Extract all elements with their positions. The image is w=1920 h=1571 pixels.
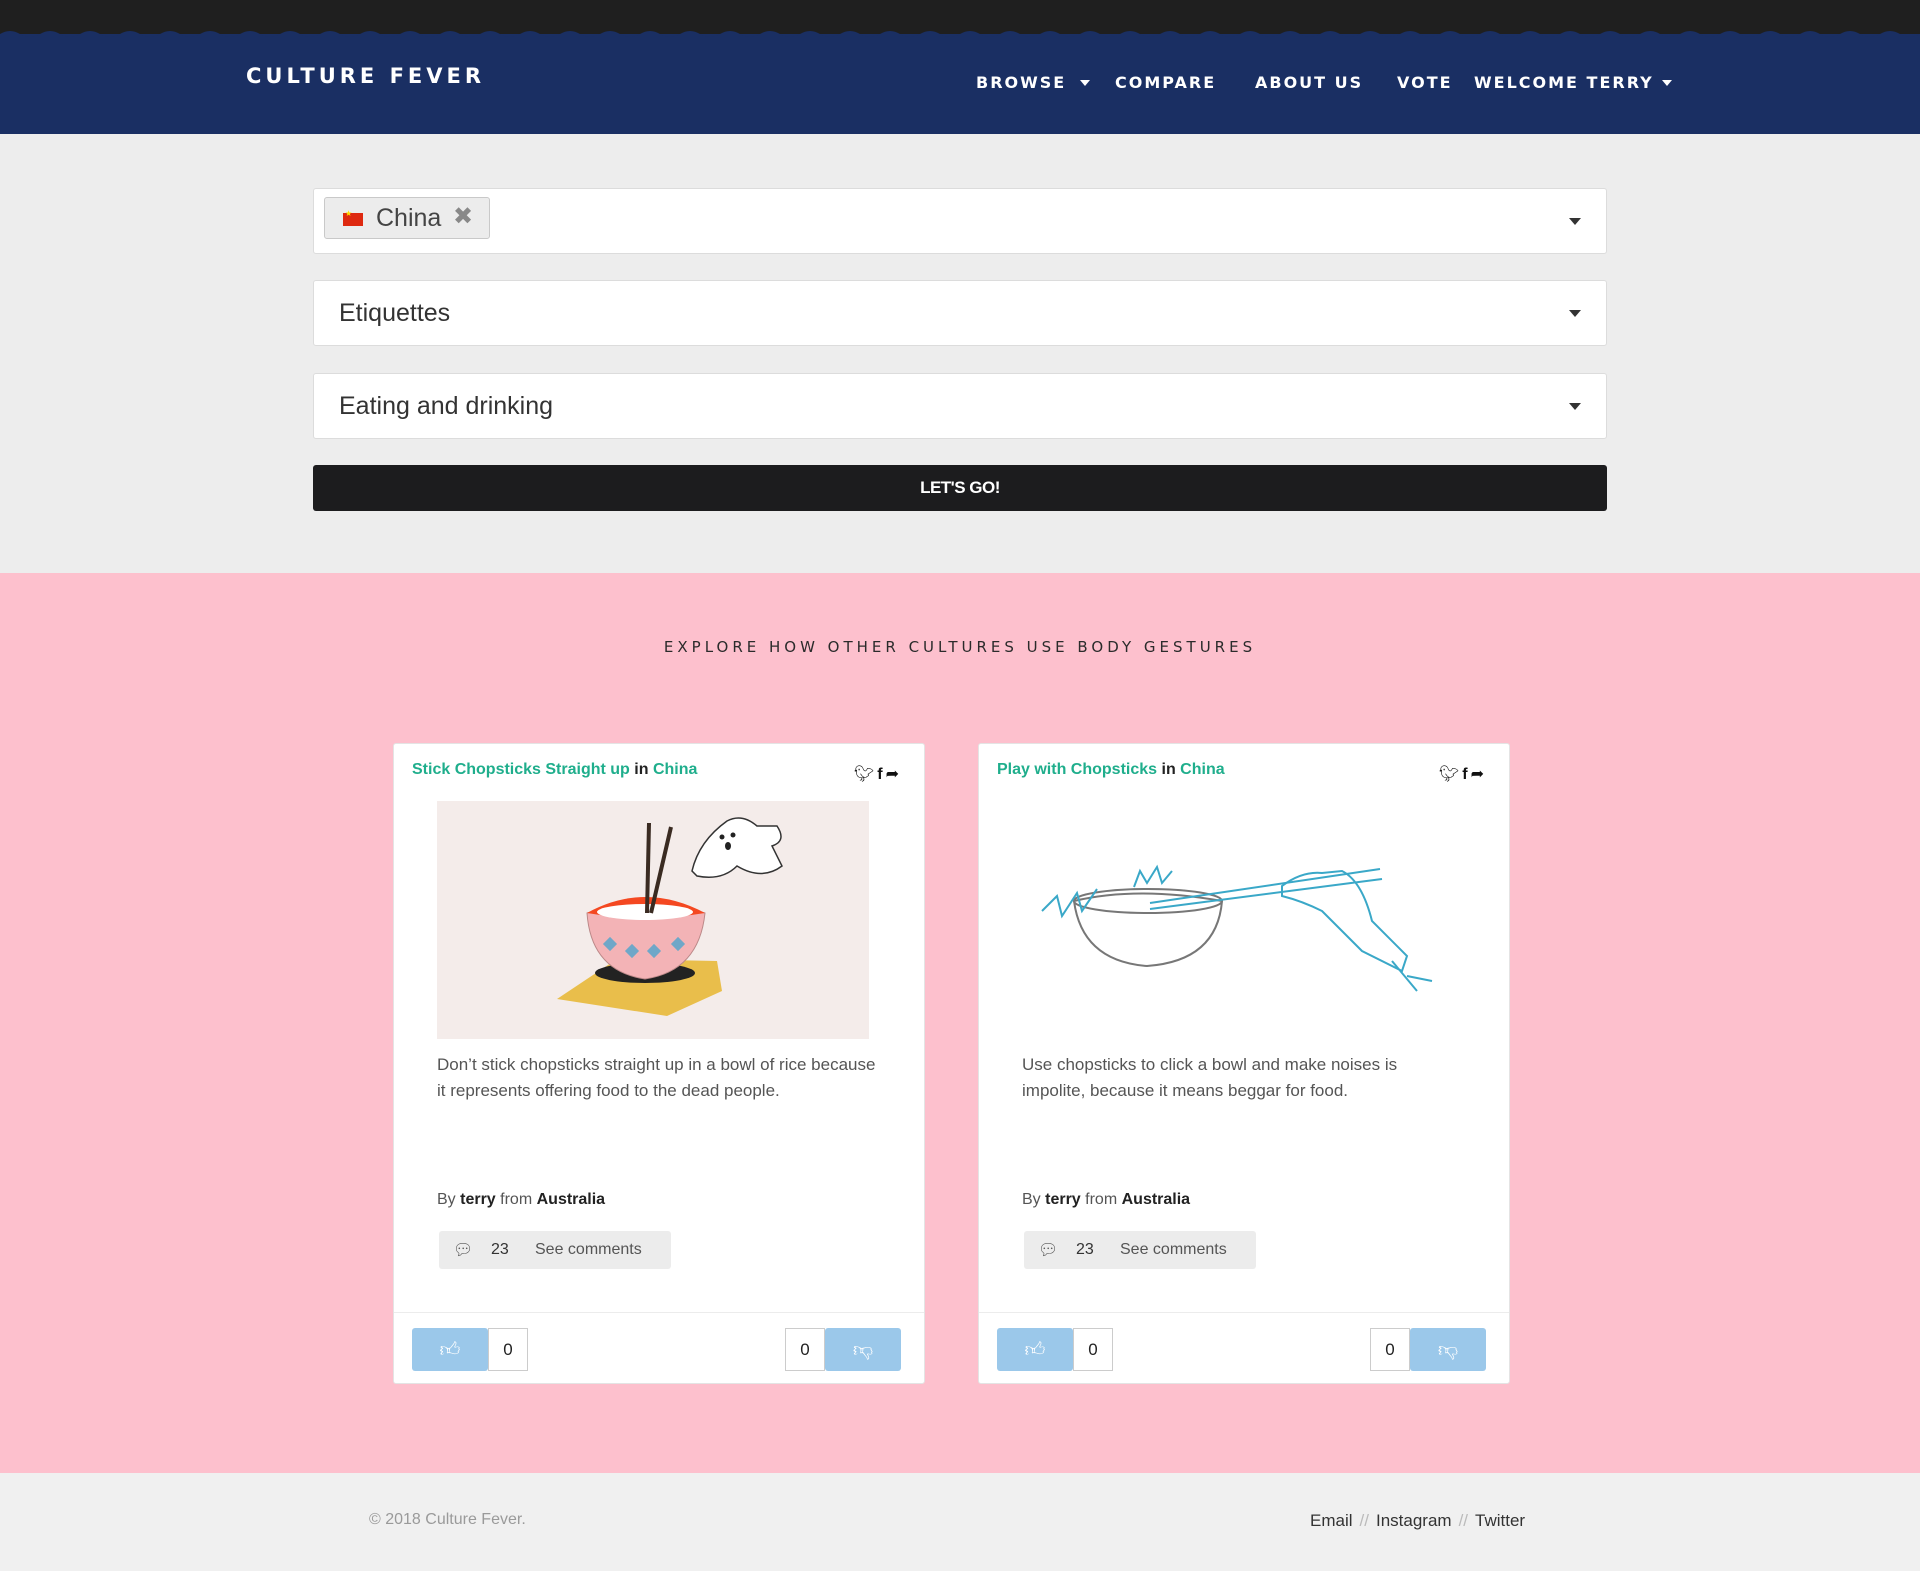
- nav-browse[interactable]: BROWSE: [976, 73, 1066, 92]
- author-link[interactable]: terry: [1045, 1191, 1081, 1208]
- comment-count: 23: [491, 1241, 509, 1258]
- thumbs-down-icon: 👎︎: [1437, 1337, 1459, 1361]
- like-count: 0: [488, 1328, 528, 1371]
- origin-country: Australia: [536, 1191, 606, 1208]
- gesture-card: Stick Chopsticks Straight up in China 🐦︎…: [393, 743, 925, 1384]
- like-button[interactable]: 👍︎: [997, 1328, 1073, 1371]
- share-arrow-icon[interactable]: ➦: [886, 764, 902, 783]
- gesture-card: Play with Chopsticks in China 🐦︎f➦ Use c…: [978, 743, 1510, 1384]
- thumbs-down-icon: 👎︎: [852, 1337, 874, 1361]
- subcategory-value: Eating and drinking: [339, 392, 554, 420]
- rice-bowl-chopsticks-illustration: [437, 801, 869, 1039]
- card-title: Play with Chopsticks in China: [997, 761, 1225, 778]
- country-tag: China ✖: [324, 197, 490, 239]
- dropdown-arrow-icon[interactable]: [1569, 310, 1581, 317]
- dropdown-arrow-icon[interactable]: [1569, 403, 1581, 410]
- category-select[interactable]: Etiquettes: [313, 280, 1607, 346]
- user-caret-icon[interactable]: [1662, 80, 1672, 86]
- footer-link-instagram[interactable]: Instagram: [1376, 1511, 1452, 1530]
- see-comments-button[interactable]: 💬︎ 23 See comments: [439, 1231, 671, 1269]
- remove-tag-icon[interactable]: ✖: [453, 202, 473, 230]
- footer-link-twitter[interactable]: Twitter: [1475, 1511, 1525, 1530]
- category-value: Etiquettes: [339, 299, 451, 327]
- dislike-button[interactable]: 👎︎: [1410, 1328, 1486, 1371]
- country-link[interactable]: China: [1180, 761, 1224, 778]
- facebook-icon[interactable]: f: [877, 766, 885, 783]
- subcategory-select[interactable]: Eating and drinking: [313, 373, 1607, 439]
- card-divider: [394, 1312, 924, 1313]
- twitter-icon[interactable]: 🐦︎: [1439, 764, 1462, 783]
- dislike-count: 0: [1370, 1328, 1410, 1371]
- author-byline: By terry from Australia: [437, 1191, 606, 1208]
- browse-caret-icon[interactable]: [1080, 80, 1090, 86]
- gesture-description: Don’t stick chopsticks straight up in a …: [437, 1055, 876, 1100]
- brand-logo[interactable]: CULTURE FEVER: [246, 64, 485, 88]
- lets-go-button[interactable]: LET'S GO!: [313, 465, 1607, 511]
- dropdown-arrow-icon[interactable]: [1569, 218, 1581, 225]
- scallop-edge: [0, 31, 1920, 42]
- see-comments-button[interactable]: 💬︎ 23 See comments: [1024, 1231, 1256, 1269]
- china-flag-icon: [343, 209, 363, 226]
- card-title: Stick Chopsticks Straight up in China: [412, 761, 698, 778]
- like-button[interactable]: 👍︎: [412, 1328, 488, 1371]
- thumbs-up-icon: 👍︎: [439, 1337, 461, 1361]
- comment-count: 23: [1076, 1241, 1094, 1258]
- facebook-icon[interactable]: f: [1462, 766, 1470, 783]
- gesture-title-link[interactable]: Stick Chopsticks Straight up: [412, 761, 630, 778]
- card-divider: [979, 1312, 1509, 1313]
- speech-bubble-icon: 💬︎: [1038, 1242, 1059, 1259]
- dislike-count: 0: [785, 1328, 825, 1371]
- country-link[interactable]: China: [653, 761, 697, 778]
- country-select[interactable]: China ✖: [313, 188, 1607, 254]
- see-comments-label: See comments: [1120, 1241, 1227, 1258]
- gesture-title-link[interactable]: Play with Chopsticks: [997, 761, 1157, 778]
- author-byline: By terry from Australia: [1022, 1191, 1191, 1208]
- share-icons: 🐦︎f➦: [854, 764, 902, 784]
- nav-vote[interactable]: VOTE: [1397, 73, 1453, 92]
- nav-compare[interactable]: COMPARE: [1115, 73, 1216, 92]
- twitter-icon[interactable]: 🐦︎: [854, 764, 877, 783]
- speech-bubble-icon: 💬︎: [453, 1242, 474, 1259]
- thumbs-up-icon: 👍︎: [1024, 1337, 1046, 1361]
- gesture-description: Use chopsticks to click a bowl and make …: [1022, 1055, 1398, 1100]
- gestures-section: [0, 573, 1920, 1473]
- like-count: 0: [1073, 1328, 1113, 1371]
- share-arrow-icon[interactable]: ➦: [1471, 764, 1487, 783]
- nav-welcome-user[interactable]: WELCOME TERRY: [1474, 73, 1654, 92]
- footer-link-email[interactable]: Email: [1310, 1511, 1353, 1530]
- copyright: © 2018 Culture Fever.: [369, 1511, 526, 1528]
- country-tag-label: China: [376, 204, 442, 232]
- share-icons: 🐦︎f➦: [1439, 764, 1487, 784]
- footer-links: Email//Instagram//Twitter: [1310, 1511, 1526, 1530]
- dislike-button[interactable]: 👎︎: [825, 1328, 901, 1371]
- footer: [0, 1473, 1920, 1571]
- nav-about-us[interactable]: ABOUT US: [1255, 73, 1363, 92]
- author-link[interactable]: terry: [460, 1191, 496, 1208]
- origin-country: Australia: [1121, 1191, 1191, 1208]
- see-comments-label: See comments: [535, 1241, 642, 1258]
- chopsticks-click-bowl-illustration: [1022, 801, 1454, 1039]
- section-title: EXPLORE HOW OTHER CULTURES USE BODY GEST…: [663, 638, 1257, 656]
